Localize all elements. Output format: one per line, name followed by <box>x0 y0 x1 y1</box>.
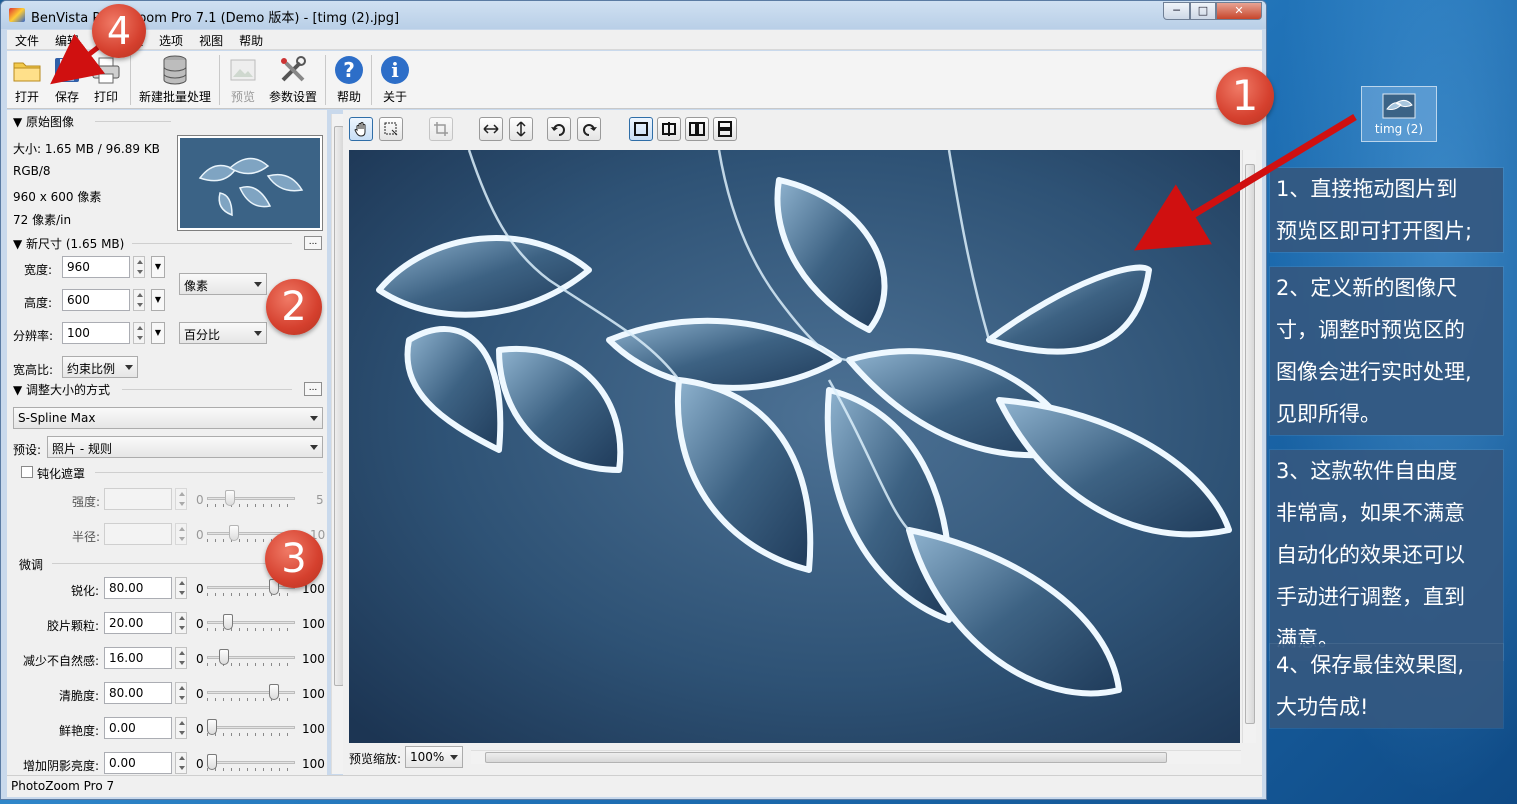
step-badge-4: 4 <box>92 4 146 58</box>
drag-arrow <box>1134 114 1357 251</box>
step-badge-2: 2 <box>266 279 322 335</box>
step-badge-3: 3 <box>265 530 323 588</box>
annotation-arrows <box>50 30 1357 251</box>
step-badge-1: 1 <box>1216 67 1274 125</box>
